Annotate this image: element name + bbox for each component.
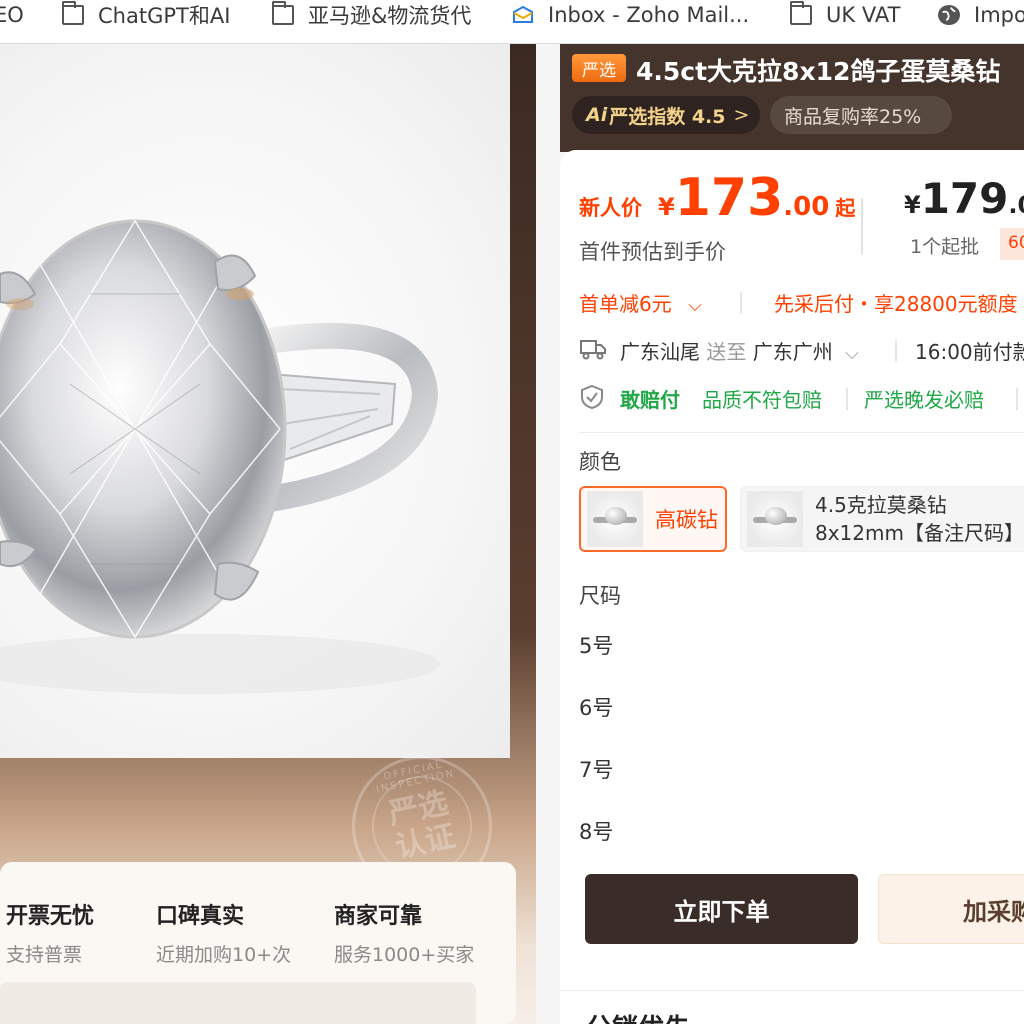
service-item-invoice: 开票无忧 支持普票 xyxy=(6,898,94,967)
color-thumbnail xyxy=(587,491,643,547)
service-title: 口碑真实 xyxy=(156,904,245,929)
ai-logo-icon: Ai xyxy=(586,104,608,126)
price-integer: 173 xyxy=(674,168,784,228)
price-decimal: .00 xyxy=(1008,191,1024,219)
bookmark-label: Inbox - Zoho Mail... xyxy=(548,3,750,27)
color-option-moissanite[interactable]: 4.5克拉莫桑钻8x12mm【备注尺码】 xyxy=(740,486,1024,552)
promo-divider xyxy=(740,292,742,314)
color-option-label: 高碳钻 xyxy=(655,508,718,532)
truck-icon xyxy=(580,340,606,360)
service-title: 商家可靠 xyxy=(334,904,423,929)
bookmark-label: EO xyxy=(0,3,24,27)
bookmark-label: Impo xyxy=(974,3,1024,27)
currency-symbol: ¥ xyxy=(658,193,675,221)
bookmark-label: 亚马逊&物流货代 xyxy=(308,4,472,28)
product-main-image[interactable] xyxy=(0,44,510,758)
service-subtitle: 近期加购10+次 xyxy=(156,944,292,966)
ai-index-label: 严选指数 4.5 xyxy=(609,105,726,128)
size-label: 尺码 xyxy=(579,584,621,608)
bookmark-impo[interactable]: Impo xyxy=(938,0,1024,30)
currency-symbol: ¥ xyxy=(904,191,921,219)
bookmark-label: ChatGPT和AI xyxy=(98,4,231,28)
ship-to: 广东广州 xyxy=(752,340,833,364)
price-integer: 179 xyxy=(920,174,1009,223)
repurchase-pill: 商品复购率25% xyxy=(770,96,952,134)
bookmark-chatgpt[interactable]: ChatGPT和AI xyxy=(61,0,231,30)
price-suffix: 起 xyxy=(835,196,856,220)
service-second-row xyxy=(0,982,476,1024)
discount-label: 首单减6元 xyxy=(579,292,672,316)
color-option-label: 4.5克拉莫桑钻8x12mm【备注尺码】 xyxy=(815,493,1024,545)
globe-icon xyxy=(938,5,960,25)
zoho-mail-icon xyxy=(513,5,533,23)
moq-tag: 60 xyxy=(1000,228,1024,260)
service-guarantee-card: 开票无忧 支持普票 口碑真实 近期加购10+次 商家可靠 服务1000+买家 xyxy=(0,862,516,1024)
product-title: 4.5ct大克拉8x12鸽子蛋莫桑钻 xyxy=(636,57,1001,86)
color-label: 颜色 xyxy=(579,450,621,474)
chevron-right-icon: > xyxy=(733,104,750,126)
ship-to-label: 送至 xyxy=(706,340,747,364)
service-title: 开票无忧 xyxy=(6,904,95,929)
shipping-time: 16:00前付款 xyxy=(915,340,1024,364)
estimated-price-note: 首件预估到手价 xyxy=(579,240,726,264)
size-option-8[interactable]: 8号 xyxy=(579,816,613,846)
section-divider xyxy=(579,432,1024,433)
bookmarks-bar: EO ChatGPT和AI 亚马逊&物流货代 Inbox - Zoho Mail… xyxy=(0,0,1024,44)
guarantee-title: 敢赔付 xyxy=(620,388,680,412)
color-thumbnail xyxy=(747,491,803,547)
folder-icon xyxy=(271,1,294,25)
size-option-6[interactable]: 6号 xyxy=(579,692,613,722)
pay-later-promo[interactable]: 先采后付・享28800元额度 xyxy=(774,288,1018,317)
folder-icon xyxy=(789,1,812,25)
price-decimal: .00 xyxy=(783,192,830,222)
bookmark-eo[interactable]: EO xyxy=(0,0,24,30)
guarantee-item: 严选晚发必赔 xyxy=(864,388,984,412)
new-user-price: ¥173.00 起 xyxy=(658,168,855,228)
yanxuan-tag: 严选 xyxy=(572,54,626,82)
shield-icon xyxy=(581,384,603,410)
guarantee-divider xyxy=(1016,388,1018,410)
color-option-high-carbon[interactable]: 高碳钻 xyxy=(579,486,727,552)
first-order-discount[interactable]: 首单减6元 ⌵ xyxy=(579,288,702,317)
wholesale-price: ¥179.00 xyxy=(904,174,1024,223)
ship-from: 广东汕尾 xyxy=(620,340,700,364)
add-to-cart-button[interactable]: 加采购车 xyxy=(878,874,1024,944)
ai-index-pill[interactable]: Ai 严选指数 4.5 > xyxy=(572,96,760,134)
distribution-title: 分销优先 xyxy=(586,1008,690,1024)
size-option-7[interactable]: 7号 xyxy=(579,754,613,784)
bookmark-zoho-mail[interactable]: Inbox - Zoho Mail... xyxy=(512,0,749,30)
shipping-route[interactable]: 广东汕尾 送至 广东广州 ⌵ xyxy=(620,336,859,365)
bookmark-uk-vat[interactable]: UK VAT xyxy=(789,0,901,30)
min-order-qty: 1个起批 xyxy=(910,236,980,258)
ring-illustration xyxy=(0,219,440,694)
folder-icon xyxy=(61,1,84,25)
service-item-merchant: 商家可靠 服务1000+买家 xyxy=(334,898,474,967)
guarantee-item: 品质不符包赔 xyxy=(702,388,822,412)
price-divider xyxy=(861,198,863,254)
service-subtitle: 服务1000+买家 xyxy=(334,944,475,966)
size-option-5[interactable]: 5号 xyxy=(579,630,613,660)
chevron-down-icon: ⌵ xyxy=(845,343,859,364)
service-item-reputation: 口碑真实 近期加购10+次 xyxy=(156,898,291,967)
buy-now-button[interactable]: 立即下单 xyxy=(585,874,858,944)
bookmark-amazon[interactable]: 亚马逊&物流货代 xyxy=(271,0,472,30)
new-user-price-label: 新人价 xyxy=(579,196,642,220)
service-subtitle: 支持普票 xyxy=(6,944,83,966)
guarantee-divider xyxy=(846,388,848,410)
shipping-divider xyxy=(895,340,897,362)
bookmark-label: UK VAT xyxy=(826,3,901,27)
chevron-down-icon: ⌵ xyxy=(688,295,702,316)
